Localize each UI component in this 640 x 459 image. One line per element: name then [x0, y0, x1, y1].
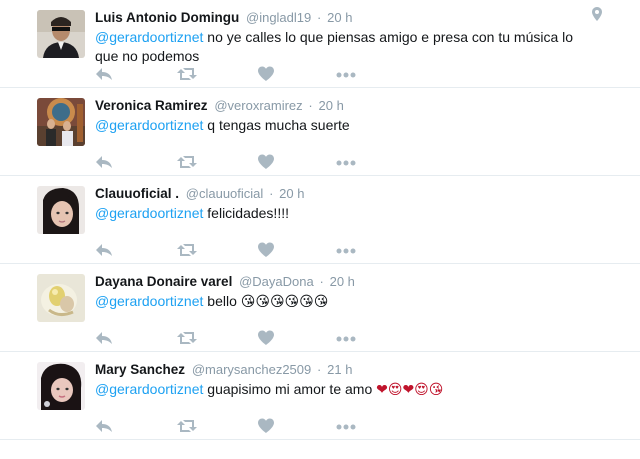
tweet-actions [95, 66, 395, 86]
mention-link[interactable]: @gerardoortiznet [95, 293, 203, 309]
more-icon[interactable] [336, 418, 356, 436]
tweet-content: Luis Antonio Domingu @ingladl19 · 20 h @… [95, 9, 610, 67]
reply-icon[interactable] [95, 66, 113, 84]
retweet-icon[interactable] [177, 242, 197, 260]
mention-link[interactable]: @gerardoortiznet [95, 381, 203, 397]
tweet-timestamp[interactable]: 21 h [327, 362, 352, 377]
heart-icon[interactable] [258, 154, 274, 172]
tweet-content: Dayana Donaire varel @DayaDona · 20 h @g… [95, 273, 610, 312]
reply-icon[interactable] [95, 242, 113, 260]
tweet-content: Veronica Ramirez @veroxramirez · 20 h @g… [95, 97, 610, 136]
tweet-header: Dayana Donaire varel @DayaDona · 20 h [95, 273, 610, 291]
tweet-text: @gerardoortiznet guapisimo mi amor te am… [95, 380, 595, 400]
mention-link[interactable]: @gerardoortiznet [95, 205, 203, 221]
avatar[interactable] [37, 186, 85, 234]
retweet-icon[interactable] [177, 418, 197, 436]
tweet-header: Veronica Ramirez @veroxramirez · 20 h [95, 97, 610, 115]
separator-dot: · [269, 186, 274, 201]
heart-icon[interactable] [258, 330, 274, 348]
tweet[interactable]: Veronica Ramirez @veroxramirez · 20 h @g… [0, 88, 640, 176]
more-icon[interactable] [336, 66, 356, 84]
tweet-actions [95, 242, 395, 262]
tweet-text: @gerardoortiznet bello 😘😘😘😘😘😘 [95, 292, 595, 312]
location-pin-icon[interactable] [592, 7, 602, 26]
tweet-body: bello [203, 293, 241, 309]
tweet-header: Luis Antonio Domingu @ingladl19 · 20 h [95, 9, 610, 27]
avatar[interactable] [37, 274, 85, 322]
heart-icon[interactable] [258, 418, 274, 436]
avatar[interactable] [37, 98, 85, 146]
tweet-text: @gerardoortiznet felicidades!!!! [95, 204, 595, 224]
separator-dot: · [317, 10, 322, 25]
more-icon[interactable] [336, 330, 356, 348]
tweet-timestamp[interactable]: 20 h [330, 274, 355, 289]
reply-icon[interactable] [95, 330, 113, 348]
tweet-header: Clauuoficial . @clauuoficial · 20 h [95, 185, 610, 203]
tweet-body: q tengas mucha suerte [203, 117, 350, 133]
heart-icon[interactable] [258, 66, 274, 84]
author-username[interactable]: @clauuoficial [186, 186, 264, 201]
author-name[interactable]: Luis Antonio Domingu [95, 10, 239, 25]
mention-link[interactable]: @gerardoortiznet [95, 117, 203, 133]
separator-dot: · [319, 274, 324, 289]
avatar[interactable] [37, 362, 85, 410]
avatar[interactable] [37, 10, 85, 58]
tweet-emoji: ❤😍❤😍😘 [376, 382, 444, 398]
author-name[interactable]: Mary Sanchez [95, 362, 185, 377]
tweet-content: Clauuoficial . @clauuoficial · 20 h @ger… [95, 185, 610, 224]
author-name[interactable]: Dayana Donaire varel [95, 274, 232, 289]
tweet-content: Mary Sanchez @marysanchez2509 · 21 h @ge… [95, 361, 610, 400]
mention-link[interactable]: @gerardoortiznet [95, 29, 203, 45]
tweet-feed: Luis Antonio Domingu @ingladl19 · 20 h @… [0, 0, 640, 440]
tweet-body: felicidades!!!! [203, 205, 289, 221]
retweet-icon[interactable] [177, 330, 197, 348]
tweet[interactable]: Luis Antonio Domingu @ingladl19 · 20 h @… [0, 0, 640, 88]
separator-dot: · [317, 362, 322, 377]
author-username[interactable]: @ingladl19 [246, 10, 311, 25]
tweet-text: @gerardoortiznet no ye calles lo que pie… [95, 28, 595, 67]
reply-icon[interactable] [95, 418, 113, 436]
retweet-icon[interactable] [177, 66, 197, 84]
tweet[interactable]: Mary Sanchez @marysanchez2509 · 21 h @ge… [0, 352, 640, 440]
tweet-body: guapisimo mi amor te amo [203, 381, 377, 397]
more-icon[interactable] [336, 242, 356, 260]
more-icon[interactable] [336, 154, 356, 172]
heart-icon[interactable] [258, 242, 274, 260]
tweet-text: @gerardoortiznet q tengas mucha suerte [95, 116, 595, 136]
tweet[interactable]: Clauuoficial . @clauuoficial · 20 h @ger… [0, 176, 640, 264]
author-username[interactable]: @veroxramirez [214, 98, 302, 113]
tweet[interactable]: Dayana Donaire varel @DayaDona · 20 h @g… [0, 264, 640, 352]
tweet-actions [95, 418, 395, 438]
retweet-icon[interactable] [177, 154, 197, 172]
tweet-actions [95, 154, 395, 174]
tweet-timestamp[interactable]: 20 h [279, 186, 304, 201]
separator-dot: · [308, 98, 313, 113]
tweet-timestamp[interactable]: 20 h [327, 10, 352, 25]
author-username[interactable]: @DayaDona [239, 274, 314, 289]
tweet-timestamp[interactable]: 20 h [319, 98, 344, 113]
tweet-emoji: 😘😘😘😘😘😘 [240, 294, 329, 310]
author-name[interactable]: Veronica Ramirez [95, 98, 208, 113]
tweet-header: Mary Sanchez @marysanchez2509 · 21 h [95, 361, 610, 379]
author-username[interactable]: @marysanchez2509 [192, 362, 311, 377]
author-name[interactable]: Clauuoficial . [95, 186, 179, 201]
tweet-actions [95, 330, 395, 350]
reply-icon[interactable] [95, 154, 113, 172]
